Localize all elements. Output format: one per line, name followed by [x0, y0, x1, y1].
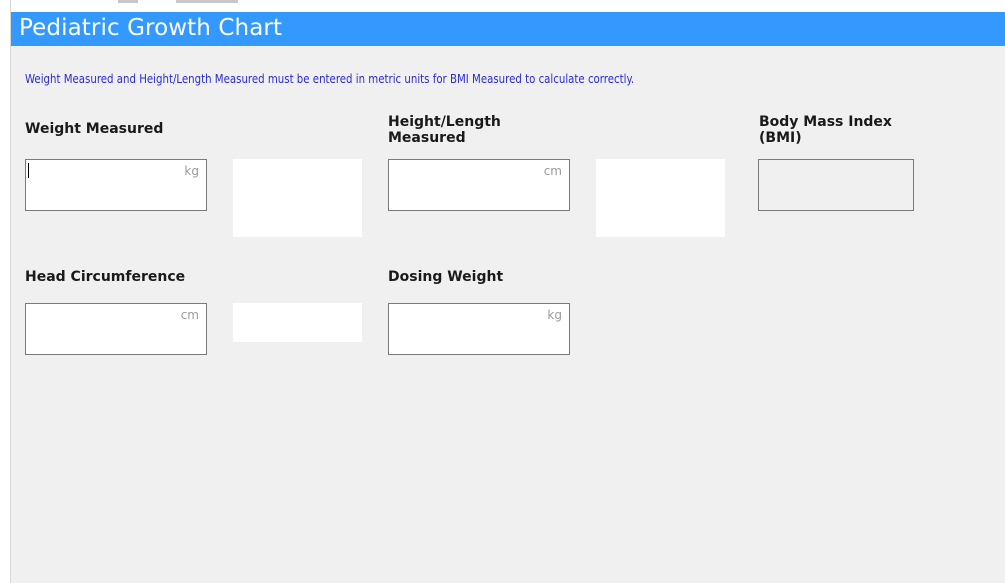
- head-circumference-unit: cm: [180, 308, 199, 322]
- top-tab-fragment: [118, 0, 138, 3]
- weight-unit: kg: [184, 164, 199, 178]
- weight-measured-label: Weight Measured: [25, 121, 164, 137]
- head-circumference-label: Head Circumference: [25, 269, 186, 285]
- height-length-aux-box: [596, 159, 725, 237]
- head-circumference-aux-box: [233, 303, 362, 342]
- top-strip: [0, 0, 1005, 12]
- text-caret: [28, 163, 29, 178]
- head-circumference-input[interactable]: cm: [25, 303, 207, 355]
- bmi-label: Body Mass Index (BMI): [759, 114, 892, 146]
- weight-measured-aux-box: [233, 159, 362, 237]
- top-tab-fragment: [176, 0, 238, 3]
- bmi-field: [758, 159, 914, 211]
- height-unit: cm: [543, 164, 562, 178]
- height-length-measured-input[interactable]: cm: [388, 159, 570, 211]
- metric-units-notice: Weight Measured and Height/Length Measur…: [25, 72, 635, 86]
- dosing-weight-unit: kg: [547, 308, 562, 322]
- form-panel: [11, 12, 1005, 583]
- title-bar: Pediatric Growth Chart: [11, 12, 1005, 46]
- dosing-weight-input[interactable]: kg: [388, 303, 570, 355]
- weight-measured-input[interactable]: kg: [25, 159, 207, 211]
- height-length-measured-label: Height/Length Measured: [388, 114, 501, 146]
- left-edge: [0, 0, 10, 583]
- page-title: Pediatric Growth Chart: [19, 15, 283, 41]
- dosing-weight-label: Dosing Weight: [388, 269, 504, 285]
